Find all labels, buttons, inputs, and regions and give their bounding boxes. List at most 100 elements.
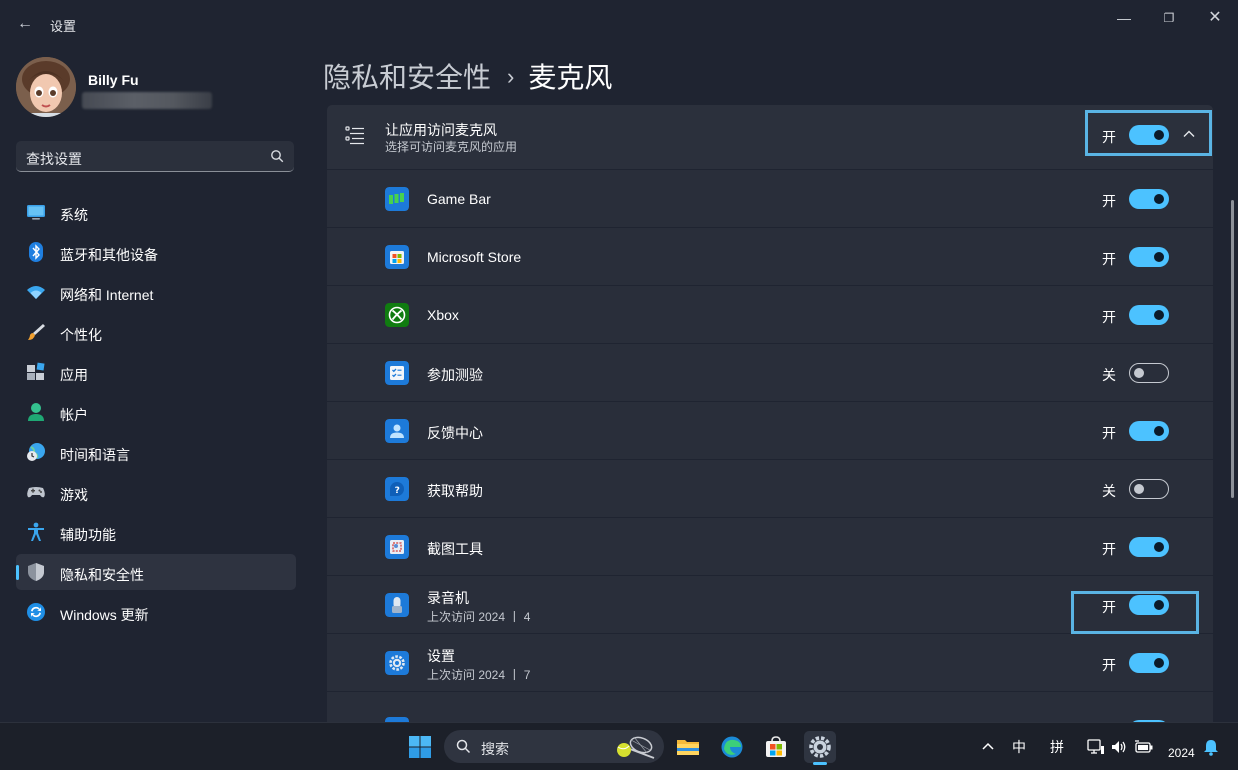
sidebar-item-label: 游戏	[60, 487, 88, 503]
user-name: Billy Fu	[88, 72, 139, 88]
accessibility-icon	[28, 522, 44, 541]
app-name: Game Bar	[427, 191, 491, 207]
user-email-redacted	[82, 92, 212, 109]
sidebar-item-system[interactable]: 系统	[16, 194, 296, 230]
gamebar-icon	[385, 187, 409, 211]
folder-icon	[677, 740, 699, 755]
app-name: 设置	[427, 648, 455, 664]
app-toggle[interactable]	[1129, 363, 1169, 383]
title-bar: ← 设置 — ❐ ✕	[0, 0, 1238, 46]
sidebar-item-privacy-security[interactable]: 隐私和安全性	[16, 554, 296, 590]
edge-browser-icon	[721, 736, 743, 758]
app-name: 截图工具	[427, 541, 483, 557]
battery-icon[interactable]	[1134, 738, 1154, 756]
scrollbar[interactable]	[1231, 200, 1234, 498]
taskbar-edge[interactable]	[716, 731, 748, 763]
ime-name-indicator[interactable]: 拼	[1050, 737, 1064, 757]
sidebar-item-label: Windows 更新	[60, 607, 149, 623]
ime-mode-indicator[interactable]: 中	[1012, 737, 1026, 757]
app-row-settings: 设置 上次访问 2024 丨 7 开	[327, 633, 1213, 691]
settings-window: ← 设置 — ❐ ✕ Billy Fu 查找设置 系统 蓝牙和其他设备 网络和 …	[0, 0, 1238, 722]
app-row-take-a-test: 参加测验 关	[327, 343, 1213, 401]
last-access-info: 上次访问 2024 丨 7	[427, 668, 531, 682]
sidebar-item-bluetooth[interactable]: 蓝牙和其他设备	[16, 234, 296, 270]
search-icon	[271, 150, 284, 163]
sidebar-item-label: 蓝牙和其他设备	[60, 247, 158, 263]
app-name: 录音机	[427, 590, 469, 606]
breadcrumb-parent[interactable]: 隐私和安全性	[323, 62, 491, 93]
toggle-state-label: 开	[1102, 251, 1116, 267]
taskbar: 搜索 中 拼 2024	[0, 722, 1238, 770]
monitor-icon	[27, 205, 45, 220]
header-subtitle: 选择可访问麦克风的应用	[385, 140, 518, 154]
sidebar-item-accessibility[interactable]: 辅助功能	[16, 514, 296, 550]
toggle-state-label: 开	[1102, 541, 1116, 557]
app-row-snipping-tool: 截图工具 开	[327, 517, 1213, 575]
shield-icon	[28, 563, 44, 581]
app-toggle[interactable]	[1129, 247, 1169, 267]
sidebar-item-personalization[interactable]: 个性化	[16, 314, 296, 350]
taskbar-settings[interactable]	[804, 731, 836, 765]
sidebar-item-windows-update[interactable]: Windows 更新	[16, 594, 296, 630]
app-toggle[interactable]	[1129, 653, 1169, 673]
sidebar-item-label: 帐户	[60, 407, 88, 423]
sidebar-item-gaming[interactable]: 游戏	[16, 474, 296, 510]
sidebar-item-label: 隐私和安全性	[60, 567, 144, 583]
sidebar-item-time-language[interactable]: 时间和语言	[16, 434, 296, 470]
sidebar-item-label: 系统	[60, 207, 88, 223]
sidebar-item-label: 网络和 Internet	[60, 287, 154, 303]
close-button[interactable]: ✕	[1192, 8, 1238, 28]
feedback-hub-icon	[385, 419, 409, 443]
search-input[interactable]: 查找设置	[16, 141, 294, 172]
taskbar-store[interactable]	[760, 731, 792, 763]
maximize-button[interactable]: ❐	[1146, 8, 1192, 28]
toggle-state-label: 开	[1102, 193, 1116, 209]
notification-bell-icon[interactable]	[1202, 738, 1220, 756]
back-button[interactable]: ←	[14, 13, 36, 35]
sidebar-item-apps[interactable]: 应用	[16, 354, 296, 390]
sidebar-item-label: 辅助功能	[60, 527, 116, 543]
taskbar-file-explorer[interactable]	[672, 731, 704, 763]
toggle-state-label: 开	[1102, 425, 1116, 441]
app-toggle[interactable]	[1129, 305, 1169, 325]
volume-icon[interactable]	[1110, 738, 1128, 756]
app-toggle[interactable]	[1129, 479, 1169, 499]
avatar[interactable]	[16, 57, 76, 117]
apps-icon	[27, 362, 45, 380]
windows-start-icon[interactable]	[408, 735, 432, 759]
app-title: 设置	[50, 19, 77, 34]
taskbar-search[interactable]: 搜索	[444, 730, 664, 763]
store-icon	[385, 245, 409, 269]
sidebar-item-accounts[interactable]: 帐户	[16, 394, 296, 430]
clock-year[interactable]: 2024	[1168, 746, 1195, 760]
globe-clock-icon	[27, 443, 45, 461]
app-row-feedback-hub: 反馈中心 开	[327, 401, 1213, 459]
tennis-racket-icon	[617, 736, 655, 759]
sidebar-item-label: 时间和语言	[60, 447, 130, 463]
toggle-state-label: 开	[1102, 309, 1116, 325]
snipping-tool-icon	[385, 535, 409, 559]
toggle-state-label: 关	[1102, 367, 1116, 383]
wifi-icon	[27, 286, 45, 299]
sidebar-item-network[interactable]: 网络和 Internet	[16, 274, 296, 310]
person-icon	[28, 403, 44, 421]
store-icon	[766, 736, 786, 757]
sidebar-item-label: 个性化	[60, 327, 102, 343]
breadcrumb: 隐私和安全性 › 麦克风	[323, 56, 612, 96]
app-row-game-bar: Game Bar 开	[327, 169, 1213, 227]
paintbrush-icon	[28, 324, 45, 340]
app-name: 反馈中心	[427, 425, 483, 441]
app-toggle[interactable]	[1129, 421, 1169, 441]
app-toggle[interactable]	[1129, 189, 1169, 209]
microphone-access-header[interactable]: 让应用访问麦克风 选择可访问麦克风的应用 开	[327, 105, 1213, 169]
chevron-up-icon[interactable]	[980, 738, 996, 756]
minimize-button[interactable]: —	[1101, 8, 1147, 28]
xbox-icon	[385, 303, 409, 327]
taskbar-search-label: 搜索	[481, 741, 509, 757]
search-placeholder: 查找设置	[26, 151, 82, 167]
app-row-partial	[327, 691, 1213, 722]
active-indicator	[16, 565, 19, 580]
toggle-state-label: 关	[1102, 483, 1116, 499]
network-icon[interactable]	[1087, 738, 1105, 756]
app-toggle[interactable]	[1129, 537, 1169, 557]
